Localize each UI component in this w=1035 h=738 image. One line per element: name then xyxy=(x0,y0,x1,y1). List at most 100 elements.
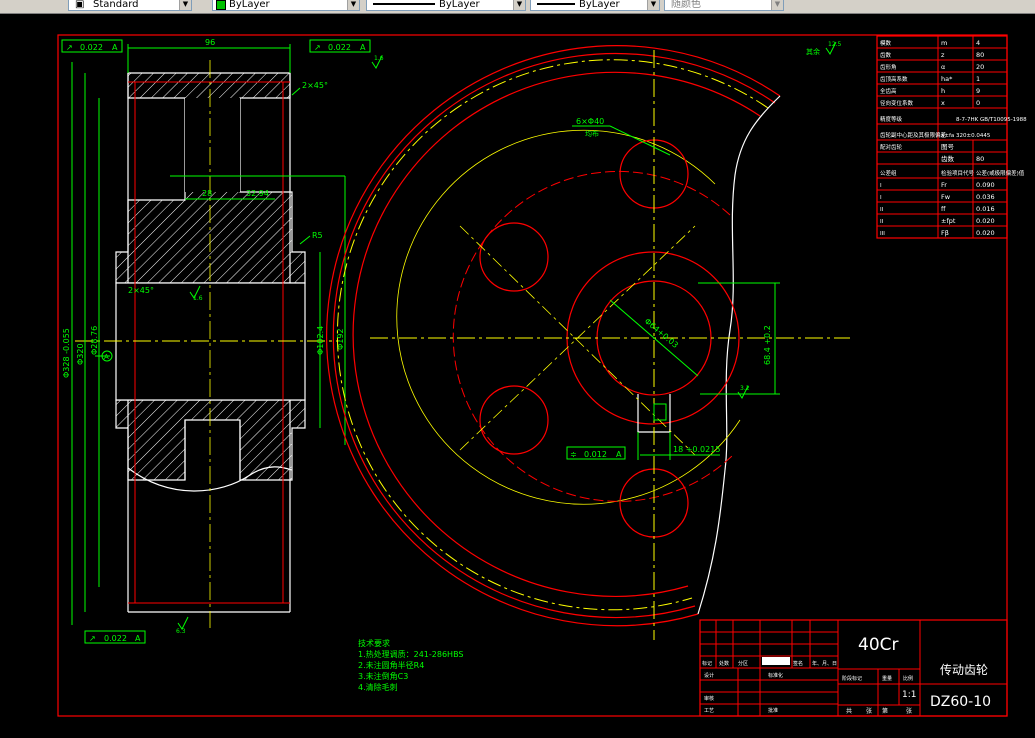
chevron-down-icon[interactable]: ▼ xyxy=(347,0,359,10)
gear-table-label: 齿顶高系数 xyxy=(880,75,908,83)
layer-color-dropdown[interactable]: ByLayer ▼ xyxy=(212,0,360,11)
color-swatch-icon xyxy=(216,0,226,10)
svg-text:A: A xyxy=(360,43,366,52)
gear-table-label: 配对齿轮 xyxy=(880,143,903,151)
lineweight-sample-icon xyxy=(537,3,575,5)
title-block: 40Cr 传动齿轮 DZ60-10 1:1 标记 处数 分区 签名 年、月、日 … xyxy=(699,619,1008,717)
dim-keyway-width: 18 +0.0215 xyxy=(673,445,720,454)
pitch-circle xyxy=(336,59,769,611)
gear-table-value: 1 xyxy=(976,75,980,83)
chevron-down-icon[interactable]: ▼ xyxy=(647,0,659,10)
svg-text:分区: 分区 xyxy=(738,660,748,667)
gear-table-label: 齿数 xyxy=(880,51,892,59)
gear-table-symbol: Fβ xyxy=(941,229,949,237)
svg-text:A: A xyxy=(112,43,118,52)
gear-table-symbol: 图号 xyxy=(941,143,955,151)
svg-text:张: 张 xyxy=(906,707,912,715)
gear-table-value: 0.020 xyxy=(976,217,995,225)
tech-note-3: 3.未注倒角C3 xyxy=(358,671,408,681)
technical-requirements: 技术要求 1.热处理调质：241-286HBS 2.未注圆角半径R4 3.未注倒… xyxy=(358,638,464,692)
gear-table-label: 齿轮副中心距及其极限偏差 xyxy=(880,131,947,139)
gear-table-label: III xyxy=(880,231,885,237)
svg-text:处数: 处数 xyxy=(719,660,729,667)
gear-table-value: 4 xyxy=(976,39,980,47)
roughness-1-6: 1.6 xyxy=(374,55,384,62)
symmetry-icon: ≑ xyxy=(570,450,577,459)
front-view: 6×Φ40 均布 Φ64+0.03 68.4 +0.2 18 +0.0215 ≑… xyxy=(326,41,850,640)
gear-table-label: 公差组 xyxy=(880,169,897,177)
gear-table-symbol: 检验项目代号 xyxy=(941,169,975,177)
other-roughness-label: 其余 xyxy=(806,47,820,56)
dim-chamfer-top: 2×45° xyxy=(302,81,328,90)
gear-table-symbol: ±fpt xyxy=(941,217,956,225)
lineweight-value: ByLayer xyxy=(579,0,620,10)
material: 40Cr xyxy=(858,635,899,655)
gear-table-symbol: ha* xyxy=(941,75,953,83)
text-style-dropdown[interactable]: ▣ Standard ▼ xyxy=(68,0,192,11)
dim-d2876: Φ28.76 xyxy=(90,326,99,355)
svg-text:设计: 设计 xyxy=(704,672,714,679)
gear-table-value: 320±0.0445 xyxy=(956,133,991,139)
runout-arrow-icon: ↗ xyxy=(66,43,73,52)
roughness-6-3: 6.3 xyxy=(176,628,186,635)
gear-table-label: I xyxy=(880,195,882,201)
chevron-down-icon[interactable]: ▼ xyxy=(771,0,783,10)
section-view: 96 28 32.94 2×45° 2×45° R5 Φ328 -0.055 Φ… xyxy=(61,38,384,644)
drawing-number: DZ60-10 xyxy=(930,694,991,710)
gear-table-label: 径向变位系数 xyxy=(880,99,914,107)
gear-table-value: 80 xyxy=(976,155,984,163)
svg-text:共: 共 xyxy=(846,707,852,715)
svg-text:标准化: 标准化 xyxy=(768,672,783,679)
gear-table-label: I xyxy=(880,183,882,189)
tech-note-4: 4.清除毛刺 xyxy=(358,682,398,692)
gear-table-value: 8-7-7HK GB/T10095-1988 xyxy=(956,117,1027,123)
gear-table-label: 齿形角 xyxy=(880,63,897,71)
dim-d320: Φ320 xyxy=(76,343,85,365)
svg-text:年、月、日: 年、月、日 xyxy=(812,660,837,667)
dim-holes: 6×Φ40 xyxy=(576,117,604,126)
plot-style-value: 随颜色 xyxy=(671,0,701,10)
plot-style-dropdown[interactable]: 随颜色 ▼ xyxy=(664,0,784,11)
svg-text:批准: 批准 xyxy=(768,707,778,714)
lineweight-dropdown[interactable]: ByLayer ▼ xyxy=(530,0,660,11)
dim-hub-3294: 32.94 xyxy=(246,189,269,198)
dim-web-28: 28 xyxy=(202,189,212,198)
dim-holes-note: 均布 xyxy=(585,129,599,138)
gear-table-label: 模数 xyxy=(880,39,892,47)
gear-table-label: 精度等级 xyxy=(880,115,903,123)
root-circle xyxy=(352,71,761,597)
scale: 1:1 xyxy=(902,690,916,700)
svg-text:工艺: 工艺 xyxy=(704,708,714,714)
svg-text:张: 张 xyxy=(866,707,872,715)
gear-table-value: 80 xyxy=(976,51,984,59)
chevron-down-icon[interactable]: ▼ xyxy=(179,0,191,10)
gear-table-symbol: 齿数 xyxy=(941,154,955,163)
svg-text:审核: 审核 xyxy=(704,695,714,702)
drawing-canvas[interactable]: 96 28 32.94 2×45° 2×45° R5 Φ328 -0.055 Φ… xyxy=(0,13,1035,738)
chevron-down-icon[interactable]: ▼ xyxy=(513,0,525,10)
gear-table-label: II xyxy=(880,207,884,213)
svg-text:重量: 重量 xyxy=(882,675,892,682)
dim-d328: Φ328 -0.055 xyxy=(62,328,71,378)
gear-table-symbol: z xyxy=(941,51,945,59)
gear-parameter-table: 模数 m 4 齿数 z 80 齿形角 α 20 齿顶高系数 ha* 1 全齿高 h 9 径向变位系数 x 0 精度等… xyxy=(876,35,1027,239)
gear-table-symbol: Fr xyxy=(941,181,947,189)
gear-table-label: II xyxy=(880,219,884,225)
dim-chamfer-hub: 2×45° xyxy=(128,286,154,295)
runout-top-right: 0.022 xyxy=(328,43,351,52)
svg-text:比例: 比例 xyxy=(903,675,913,682)
roughness-3-2: 3.2 xyxy=(740,385,750,392)
runout-arrow-icon: ↗ xyxy=(89,634,96,643)
svg-text:标记: 标记 xyxy=(702,660,712,667)
lightening-hole-3 xyxy=(479,385,549,455)
gear-table-symbol: x xyxy=(941,99,945,107)
dim-fillet-r5: R5 xyxy=(312,231,323,240)
svg-text:A: A xyxy=(135,634,141,643)
dim-width-96: 96 xyxy=(205,38,215,47)
gear-table-value: 0.016 xyxy=(976,205,995,213)
gear-table-value: 20 xyxy=(976,63,984,71)
gear-table-symbol: m xyxy=(941,39,947,47)
gear-table-symbol: Fw xyxy=(941,193,951,201)
svg-text:A: A xyxy=(616,450,622,459)
linetype-dropdown[interactable]: ByLayer ▼ xyxy=(366,0,526,11)
